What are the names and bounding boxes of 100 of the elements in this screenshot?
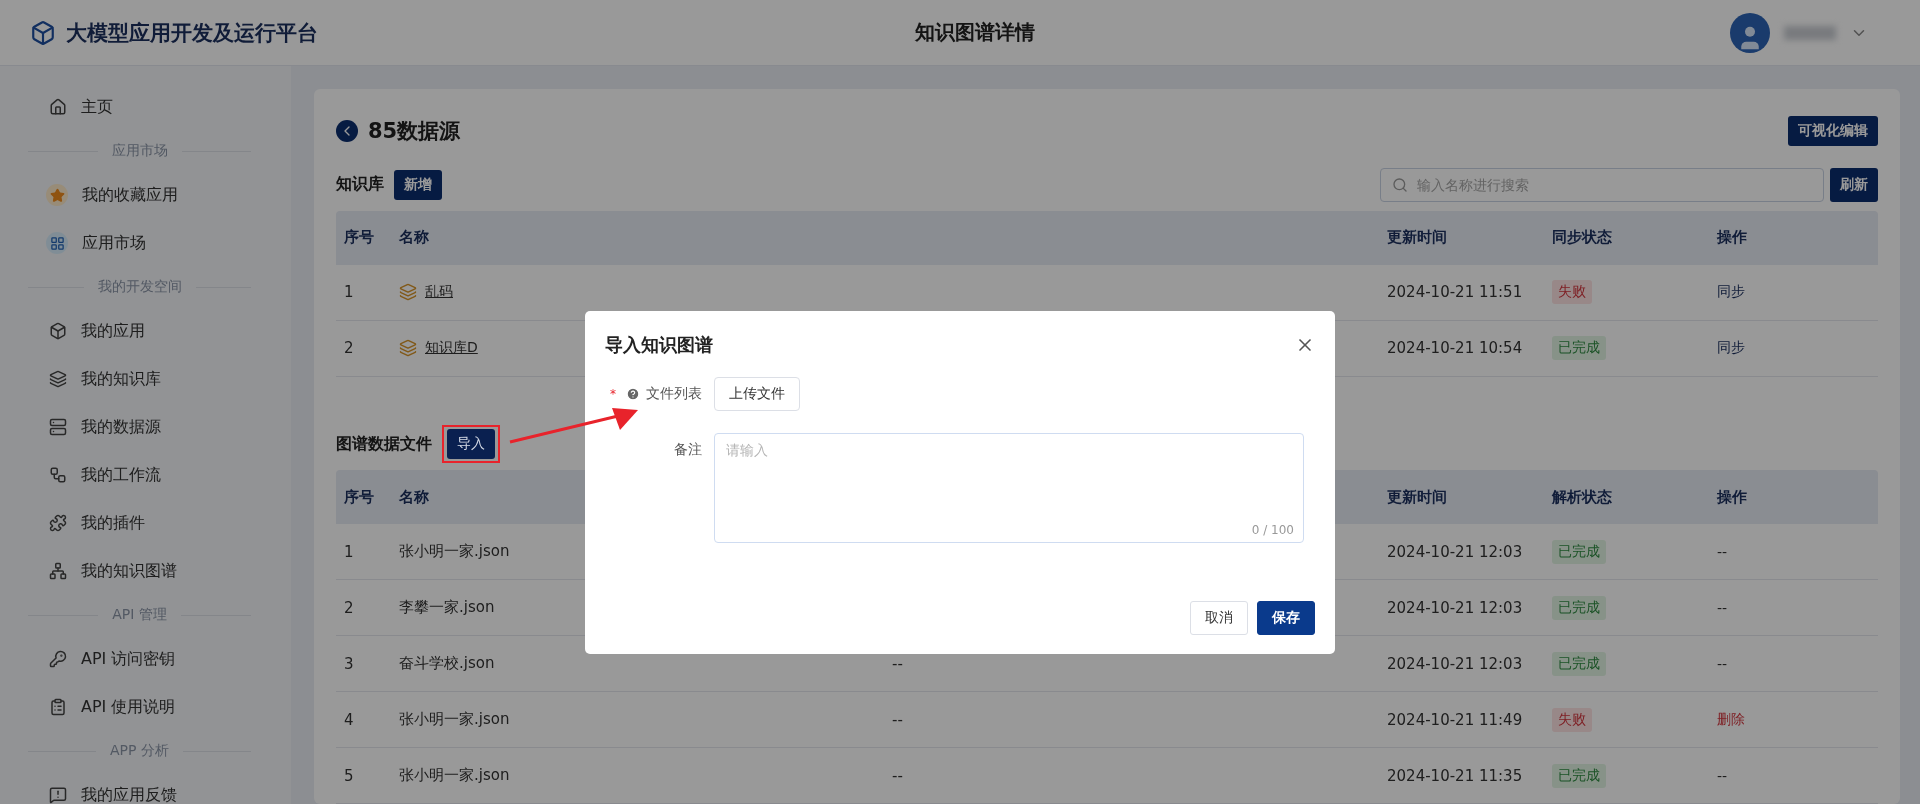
import-button[interactable]: 导入 [447,429,495,459]
grid-icon [46,232,68,254]
avatar[interactable] [1730,12,1770,53]
table-cell-text: 张小明一家.json [398,542,511,561]
help-icon[interactable] [626,387,640,401]
sidebar-item[interactable]: 我的应用反馈 [0,771,291,804]
section-heading: 图谱数据文件 [336,433,432,455]
column-header: 名称 [398,487,430,507]
message-alert-icon [49,786,67,804]
table-cell-text: 张小明一家.json [398,766,511,785]
blurred-username [1784,25,1836,40]
sidebar-item[interactable]: 我的数据源 [0,403,291,451]
sidebar-item[interactable]: 我的收藏应用 [0,171,291,219]
table-cell-text: 2024-10-21 10:54 [1386,339,1524,358]
status-tag: 失败 [1552,707,1592,732]
status-tag: 已完成 [1552,336,1606,361]
table-cell-text: 张小明一家.json [398,710,511,729]
table-cell-text: -- [891,710,904,729]
table-cell-text: 2024-10-21 12:03 [1386,542,1524,561]
dataset-link[interactable]: 知识库D [425,339,478,358]
table-cell-text: 4 [343,710,355,729]
section-title: 85数据源 [368,117,461,145]
flow-icon [49,466,67,484]
action-link[interactable]: 删除 [1709,710,1878,729]
status-tag: 已完成 [1552,763,1606,788]
column-header: 解析状态 [1551,487,1613,507]
sidebar-item-label: 我的应用反馈 [81,784,177,804]
character-counter: 0 / 100 [1251,523,1294,537]
refresh-button[interactable]: 刷新 [1830,167,1878,202]
sidebar-item-label: 主页 [81,96,113,118]
sidebar-item[interactable]: 我的应用 [0,307,291,355]
action-link[interactable]: 同步 [1709,339,1878,358]
table-cell-text: -- [1716,655,1729,672]
sidebar-item[interactable]: API 访问密钥 [0,635,291,683]
sidebar-item-label: 我的知识库 [81,368,161,390]
status-tag: 已完成 [1552,651,1606,676]
sidebar-item-label: 我的知识图谱 [81,560,177,582]
section-label: API 管理 [112,606,167,624]
column-header: 同步状态 [1551,228,1613,248]
table-cell-text: 2024-10-21 12:03 [1386,598,1524,617]
table-cell-text: -- [891,654,904,673]
table-cell-text: 2024-10-21 11:51 [1386,283,1524,302]
home-icon [49,98,67,116]
sidebar-item-label: API 访问密钥 [81,648,176,670]
column-header: 操作 [1716,228,1748,248]
table-cell-text: -- [1716,599,1729,616]
required-mark: * [610,387,616,401]
search-icon [1392,176,1408,193]
stack-icon [399,283,417,302]
back-button[interactable] [336,119,358,142]
app-title: 大模型应用开发及运行平台 [66,19,318,47]
puzzle-icon [49,514,67,532]
key-icon [49,650,67,668]
sidebar-item-label: 我的应用 [81,320,145,342]
sidebar-item-label: 我的工作流 [81,464,161,486]
action-link[interactable]: 同步 [1709,283,1878,302]
table-cell-text: 奋斗学校.json [398,654,496,673]
table-cell-text: 2 [343,339,355,358]
network-icon [49,562,67,580]
table-cell-text: -- [891,766,904,785]
field-label: 备注 [674,441,702,459]
sidebar-item[interactable]: 我的工作流 [0,451,291,499]
save-button[interactable]: 保存 [1257,601,1315,635]
section-label: APP 分析 [110,742,169,760]
table-cell-text: -- [1716,543,1729,560]
sidebar-item[interactable]: 我的知识库 [0,355,291,403]
section-label: 应用市场 [111,142,168,160]
upload-button[interactable]: 上传文件 [714,377,800,411]
dialog-title: 导入知识图谱 [605,333,713,357]
sidebar-item-label: 我的插件 [81,512,145,534]
sidebar-item[interactable]: API 使用说明 [0,683,291,731]
server-icon [49,418,67,436]
column-header: 名称 [398,228,430,248]
column-header: 序号 [343,487,375,507]
cancel-button[interactable]: 取消 [1190,601,1248,635]
sidebar-item[interactable]: 主页 [0,83,291,131]
table-cell-text: 2024-10-21 11:35 [1386,766,1524,785]
table-cell-text: 2 [343,598,355,617]
section-heading: 知识库 [336,174,384,196]
status-tag: 失败 [1552,280,1592,305]
table-cell-text: 5 [343,766,355,785]
add-button[interactable]: 新增 [394,169,442,200]
sidebar-item-label: 我的数据源 [81,416,161,438]
column-header: 操作 [1716,487,1748,507]
table-cell-text: 3 [343,654,355,673]
column-header: 更新时间 [1386,228,1448,248]
table-cell-text: -- [1716,767,1729,784]
visual-edit-button[interactable]: 可视化编辑 [1788,115,1878,146]
sidebar-item[interactable]: 我的插件 [0,499,291,547]
stack-icon [399,339,417,358]
cube-icon [49,322,67,340]
sidebar-item-label: API 使用说明 [81,696,176,718]
clipboard-icon [49,698,67,716]
sidebar-item[interactable]: 我的知识图谱 [0,547,291,595]
status-tag: 已完成 [1552,539,1606,564]
table-cell-text: 李攀一家.json [398,598,496,617]
dataset-link[interactable]: 乱码 [425,283,453,302]
cube-logo-icon [30,19,56,46]
page-title: 知识图谱详情 [914,19,1036,46]
sidebar-item[interactable]: 应用市场 [0,219,291,267]
